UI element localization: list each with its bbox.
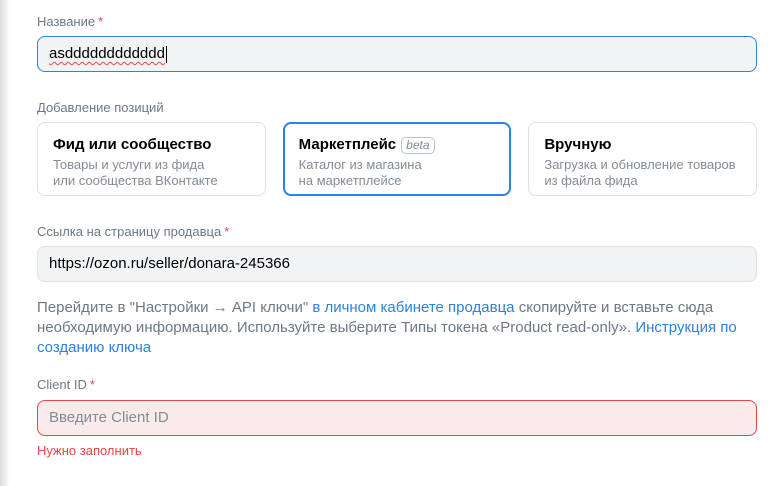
required-mark: * [89,377,95,392]
name-input-value: asdddddddddddd [49,45,165,62]
option-marketplace[interactable]: Маркетплейс beta Каталог из магазина на … [282,122,512,196]
option-description: Товары и услуги из фида или сообщества В… [53,157,218,188]
option-title: Фид или сообщество [53,136,212,153]
panel-shadow [0,0,10,486]
option-feed-or-community[interactable]: Фид или сообщество Товары и услуги из фи… [37,122,266,196]
client-id-input[interactable]: Введите Client ID [37,400,757,436]
seller-link-input[interactable]: https://ozon.ru/seller/donara-245366 [37,246,757,282]
positions-options: Фид или сообщество Товары и услуги из фи… [37,122,758,196]
option-title: Маркетплейс beta [299,135,496,155]
form-page: Название * asdddddddddddd Добавление пози… [0,0,777,486]
option-title: Вручную [544,136,612,153]
text-caret [165,45,167,63]
seller-cabinet-link[interactable]: в личном кабинете продавца [312,299,514,316]
api-key-hint: Перейдите в "Настройки → API ключи" в ли… [37,299,737,356]
required-mark: * [98,14,104,29]
option-manual[interactable]: Вручную Загрузка и обновление товаров из… [528,122,758,196]
positions-label: Добавление позиций [37,100,164,115]
name-label: Название * [37,14,104,29]
seller-link-label: Ссылка на страницу продавца * [37,224,230,239]
option-description: Загрузка и обновление товаров из файла ф… [544,157,736,188]
name-input[interactable]: asdddddddddddd [37,36,757,72]
beta-badge: beta [401,136,435,154]
option-description: Каталог из магазина на маркетплейсе [298,157,422,188]
required-mark: * [224,224,230,239]
client-id-label: Client ID * [37,377,95,392]
client-id-error: Нужно заполнить [37,443,142,458]
